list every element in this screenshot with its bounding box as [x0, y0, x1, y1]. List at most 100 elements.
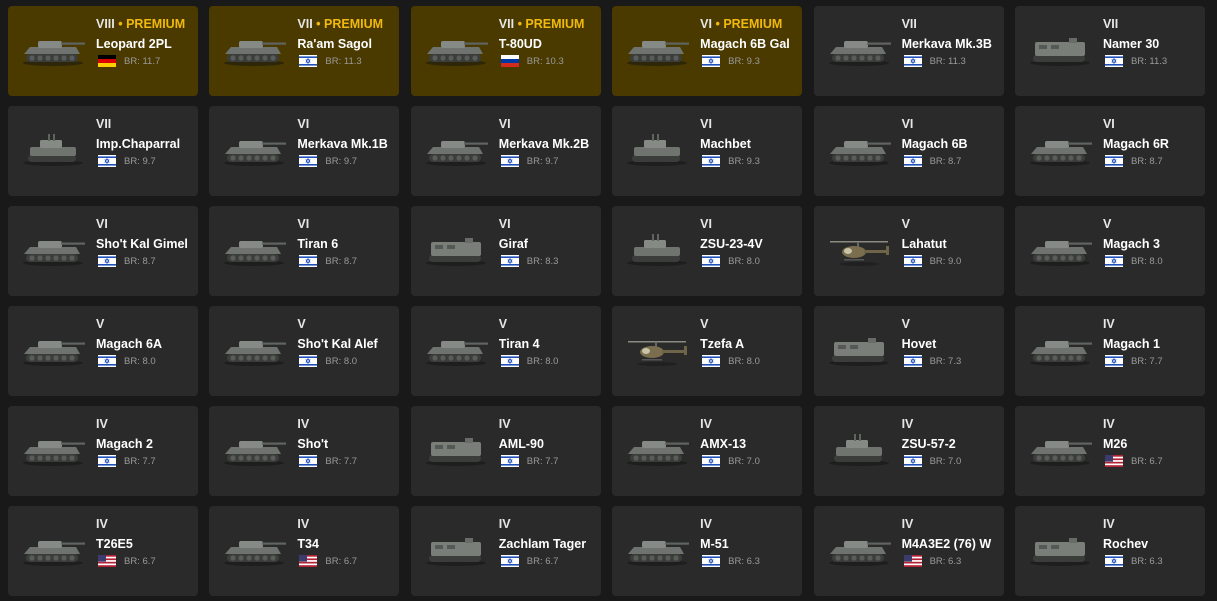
vehicle-info: IV Magach 1 BR: 7.7 — [1103, 317, 1201, 368]
vehicle-card[interactable]: IV Magach 2 BR: 7.7 — [8, 406, 198, 496]
vehicle-name: M26 — [1102, 437, 1128, 451]
battle-rating: BR: 6.3 — [728, 555, 760, 567]
vehicle-card[interactable]: VI • PREMIUM Magach 6B Gal BR: 9.3 — [612, 6, 803, 96]
battle-rating: BR: 7.3 — [929, 355, 962, 367]
israel-flag-icon — [299, 55, 318, 67]
vehicle-card[interactable]: VII • PREMIUM Ra'am Sagol BR: 11.3 — [209, 6, 400, 96]
vehicle-info: IV T26E5 BR: 6.7 — [96, 517, 194, 568]
vehicle-name: Magach 6A — [96, 337, 162, 351]
rank-numeral: V — [901, 217, 910, 231]
vehicle-card[interactable]: IV Sho't BR: 7.7 — [209, 406, 400, 496]
vehicle-name: Zachlam Tager — [498, 537, 587, 551]
vehicle-thumbnail — [824, 332, 894, 368]
vehicle-card[interactable]: VI Merkava Mk.2B BR: 9.7 — [410, 106, 601, 196]
vehicle-info: IV Rochev BR: 6.3 — [1103, 517, 1201, 568]
vehicle-info: IV AMX-13 BR: 7.0 — [700, 417, 798, 468]
vehicle-card[interactable]: V Lahatut BR: 9.0 — [813, 206, 1004, 296]
vehicle-info: VI Sho't Kal Gimel BR: 8.7 — [96, 217, 194, 268]
vehicle-rank: IV — [96, 417, 194, 432]
vehicle-card[interactable]: IV ZSU-57-2 BR: 7.0 — [813, 406, 1004, 496]
israel-flag-icon — [98, 355, 116, 367]
vehicle-meta: BR: 10.3 — [499, 54, 597, 68]
vehicle-card[interactable]: VII Namer 30 BR: 11.3 — [1014, 6, 1205, 96]
vehicle-thumbnail — [1025, 332, 1095, 368]
vehicle-info: V Magach 3 BR: 8.0 — [1103, 217, 1201, 268]
vehicle-card[interactable]: VII Imp.Chaparral BR: 9.7 — [8, 106, 198, 196]
vehicle-card[interactable]: IV M26 BR: 6.7 — [1014, 406, 1205, 496]
vehicle-card[interactable]: VI Merkava Mk.1B BR: 9.7 — [209, 106, 400, 196]
vehicle-card[interactable]: VIII • PREMIUM Leopard 2PL BR: 11.7 — [8, 6, 198, 96]
vehicle-meta: BR: 7.3 — [902, 354, 1000, 368]
israel-flag-icon — [500, 355, 519, 367]
vehicle-rank: IV — [1103, 517, 1201, 532]
israel-flag-icon — [98, 255, 116, 267]
usa-flag-icon — [98, 555, 116, 567]
battle-rating: BR: 8.0 — [728, 255, 760, 267]
vehicle-rank: IV — [297, 417, 395, 432]
vehicle-card[interactable]: IV Zachlam Tager BR: 6.7 — [410, 506, 601, 596]
vehicle-card[interactable]: V Tzefa A BR: 8.0 — [612, 306, 803, 396]
vehicle-card[interactable]: VI Magach 6B BR: 8.7 — [813, 106, 1004, 196]
vehicle-name: Magach 2 — [96, 437, 153, 451]
battle-rating: BR: 8.7 — [1130, 155, 1163, 167]
battle-rating: BR: 6.7 — [526, 555, 559, 567]
vehicle-thumbnail — [622, 332, 692, 368]
vehicle-card[interactable]: V Sho't Kal Alef BR: 8.0 — [209, 306, 400, 396]
rank-numeral: IV — [1102, 317, 1115, 331]
vehicle-card[interactable]: IV M4A3E2 (76) W BR: 6.3 — [813, 506, 1004, 596]
battle-rating: BR: 8.0 — [728, 355, 760, 367]
premium-label: • PREMIUM — [715, 17, 783, 31]
vehicle-card[interactable]: IV AML-90 BR: 7.7 — [410, 406, 601, 496]
vehicle-thumbnail — [219, 532, 289, 568]
battle-rating: BR: 6.7 — [1130, 455, 1163, 467]
vehicle-card[interactable]: IV Rochev BR: 6.3 — [1014, 506, 1205, 596]
vehicle-thumbnail — [18, 432, 88, 468]
vehicle-card[interactable]: V Hovet BR: 7.3 — [813, 306, 1004, 396]
vehicle-card[interactable]: VI Magach 6R BR: 8.7 — [1014, 106, 1205, 196]
vehicle-name: Imp.Chaparral — [96, 137, 181, 151]
israel-flag-icon — [299, 155, 318, 167]
vehicle-card[interactable]: IV Magach 1 BR: 7.7 — [1014, 306, 1205, 396]
vehicle-rank: IV — [700, 417, 798, 432]
vehicle-rank: VII — [902, 17, 1000, 32]
rank-numeral: VI — [498, 117, 511, 131]
rank-numeral: VI — [498, 217, 511, 231]
vehicle-info: V Magach 6A BR: 8.0 — [96, 317, 194, 368]
vehicle-card[interactable]: VII Merkava Mk.3B BR: 11.3 — [813, 6, 1004, 96]
vehicle-card[interactable]: VI Sho't Kal Gimel BR: 8.7 — [8, 206, 198, 296]
germany-flag-icon — [98, 55, 116, 67]
vehicle-rank: VI — [700, 117, 798, 132]
vehicle-card[interactable]: IV AMX-13 BR: 7.0 — [612, 406, 803, 496]
vehicle-rank: VI — [700, 217, 798, 232]
battle-rating: BR: 6.3 — [1130, 555, 1163, 567]
vehicle-card[interactable]: VI Giraf BR: 8.3 — [410, 206, 601, 296]
vehicle-meta: BR: 7.0 — [700, 454, 798, 468]
vehicle-card[interactable]: IV T34 BR: 6.7 — [209, 506, 400, 596]
vehicle-card[interactable]: IV M-51 BR: 6.3 — [612, 506, 803, 596]
vehicle-info: VI Magach 6B BR: 8.7 — [902, 117, 1000, 168]
rank-numeral: VII — [1102, 17, 1119, 31]
vehicle-card[interactable]: VII • PREMIUM T-80UD BR: 10.3 — [410, 6, 601, 96]
rank-numeral: VI — [1102, 117, 1115, 131]
vehicle-name: Giraf — [498, 237, 528, 251]
israel-flag-icon — [98, 155, 116, 167]
battle-rating: BR: 11.7 — [124, 55, 161, 67]
vehicle-rank: IV — [1103, 417, 1201, 432]
rank-numeral: IV — [96, 517, 108, 531]
vehicle-card[interactable]: V Tiran 4 BR: 8.0 — [410, 306, 601, 396]
battle-rating: BR: 7.7 — [1130, 355, 1163, 367]
vehicle-name: Magach 6R — [1102, 137, 1169, 151]
vehicle-card[interactable]: VI Tiran 6 BR: 8.7 — [209, 206, 400, 296]
vehicle-name: T-80UD — [498, 37, 542, 51]
vehicle-card[interactable]: VI Machbet BR: 9.3 — [612, 106, 803, 196]
vehicle-card[interactable]: V Magach 3 BR: 8.0 — [1014, 206, 1205, 296]
vehicle-card[interactable]: VI ZSU-23-4V BR: 8.0 — [612, 206, 803, 296]
vehicle-card[interactable]: IV T26E5 BR: 6.7 — [8, 506, 198, 596]
vehicle-card[interactable]: V Magach 6A BR: 8.0 — [8, 306, 198, 396]
vehicle-name: Magach 3 — [1102, 237, 1160, 251]
rank-numeral: IV — [1102, 417, 1115, 431]
vehicle-meta: BR: 8.0 — [1103, 254, 1201, 268]
israel-flag-icon — [1104, 55, 1123, 67]
vehicle-info: VII Imp.Chaparral BR: 9.7 — [96, 117, 194, 168]
battle-rating: BR: 9.3 — [728, 55, 760, 67]
